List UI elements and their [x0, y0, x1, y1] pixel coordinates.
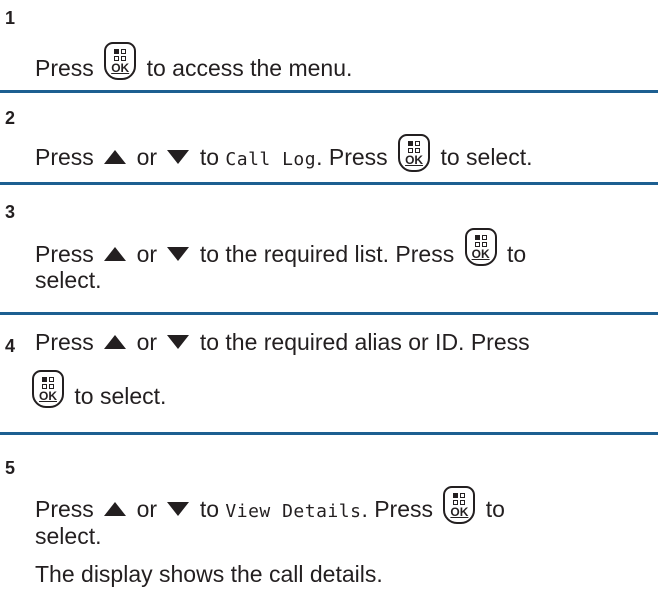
step-text: . Press	[316, 144, 388, 170]
step-1-line: Press OK to access the menu.	[35, 42, 352, 82]
step-separator	[0, 182, 658, 185]
step-text: or	[136, 329, 158, 355]
step-4-line-2: OK to select.	[32, 370, 166, 410]
menu-ok-key-icon: OK	[443, 486, 476, 524]
step-text: to	[507, 241, 527, 267]
down-arrow-icon	[167, 247, 190, 262]
menu-item-name: View Details	[225, 501, 362, 522]
menu-ok-key-icon: OK	[464, 228, 497, 266]
ok-label: OK	[450, 505, 469, 519]
step-5-result: The display shows the call details.	[35, 560, 383, 588]
step-text: or	[136, 496, 158, 522]
step-text: select.	[35, 523, 102, 549]
menu-ok-key-icon: OK	[32, 370, 64, 408]
step-number: 4	[5, 336, 16, 356]
step-2-line: Press or to Call Log. Press OK to select…	[35, 134, 533, 174]
step-number: 2	[5, 108, 16, 128]
step-separator	[0, 312, 658, 315]
step-separator	[0, 90, 658, 93]
step-5-line-1: Press or to View Details. Press OK to	[35, 486, 505, 526]
down-arrow-icon	[167, 335, 190, 350]
menu-ok-key-icon: OK	[398, 134, 431, 172]
ok-label: OK	[405, 153, 424, 167]
menu-ok-key-icon: OK	[104, 42, 137, 80]
step-text: to select.	[74, 383, 167, 409]
step-text: or	[136, 144, 158, 170]
ok-label: OK	[111, 61, 130, 75]
step-text: to access the menu.	[146, 55, 353, 81]
step-3-line-1: Press or to the required list. Press OK …	[35, 228, 526, 268]
step-number: 5	[5, 458, 16, 478]
step-text: select.	[35, 267, 102, 293]
step-separator	[0, 432, 658, 435]
step-3-line-2: select.	[35, 266, 101, 294]
step-5-line-2: select.	[35, 522, 101, 550]
step-text: or	[136, 241, 158, 267]
up-arrow-icon	[104, 502, 127, 517]
menu-item-name: Call Log	[225, 149, 317, 170]
step-text: to select.	[440, 144, 533, 170]
step-text: to	[199, 496, 219, 522]
step-text: . Press	[361, 496, 434, 522]
step-text: Press	[35, 55, 94, 81]
step-number: 1	[5, 8, 16, 28]
step-text: Press	[35, 241, 94, 267]
step-text: to	[199, 144, 219, 170]
down-arrow-icon	[167, 150, 190, 165]
result-text: The display shows the call details.	[35, 561, 383, 587]
step-text: to the required alias or ID. Press	[199, 329, 530, 355]
down-arrow-icon	[167, 502, 190, 517]
step-4-line-1: Press or to the required alias or ID. Pr…	[35, 328, 530, 356]
step-number: 3	[5, 202, 16, 222]
step-text: Press	[35, 329, 94, 355]
step-text: Press	[35, 496, 94, 522]
up-arrow-icon	[104, 247, 127, 262]
up-arrow-icon	[104, 150, 127, 165]
step-text: to	[485, 496, 505, 522]
step-text: Press	[35, 144, 94, 170]
step-text: to the required list. Press	[199, 241, 455, 267]
ok-label: OK	[471, 247, 490, 261]
ok-label: OK	[39, 389, 57, 403]
up-arrow-icon	[104, 335, 127, 350]
